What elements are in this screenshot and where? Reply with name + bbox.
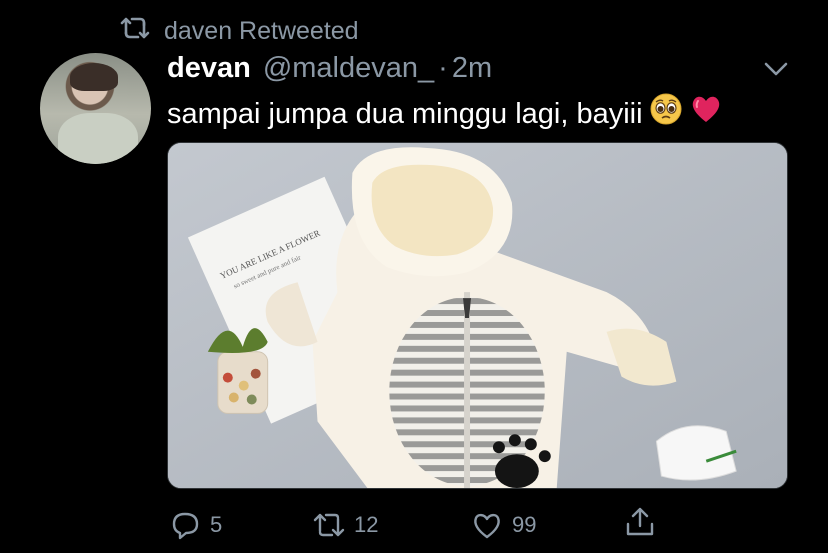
tweet-media-photo[interactable]: YOU ARE LIKE A FLOWER so sweet and pure … [167,142,788,489]
like-button[interactable]: 99 [470,505,536,545]
reply-button[interactable]: 5 [168,505,222,545]
retweet-indicator: daven Retweeted [120,14,359,48]
display-name[interactable]: devan [167,52,251,85]
retweet-icon [120,15,150,48]
retweet-label[interactable]: daven Retweeted [164,17,359,46]
share-button[interactable] [623,505,657,545]
like-count: 99 [512,512,537,537]
red-heart-emoji [689,92,723,136]
timestamp[interactable]: 2m [452,52,492,85]
retweet-button[interactable]: 12 [312,505,378,545]
chevron-down-icon[interactable] [763,60,789,78]
retweet-count: 12 [354,512,379,537]
pleading-face-emoji [649,92,683,136]
separator-dot: · [438,52,448,84]
user-handle[interactable]: @maldevan_ [263,52,434,85]
tweet-text: sampai jumpa dua minggu lagi, bayiii [167,98,643,130]
reply-count: 5 [210,512,223,537]
tweet-body: sampai jumpa dua minggu lagi, bayiii [167,92,723,136]
tweet-header: devan @maldevan_ · 2m [167,52,492,90]
avatar[interactable] [40,53,151,164]
share-icon [623,506,657,544]
tweet-actions: 5 12 99 [168,505,668,545]
